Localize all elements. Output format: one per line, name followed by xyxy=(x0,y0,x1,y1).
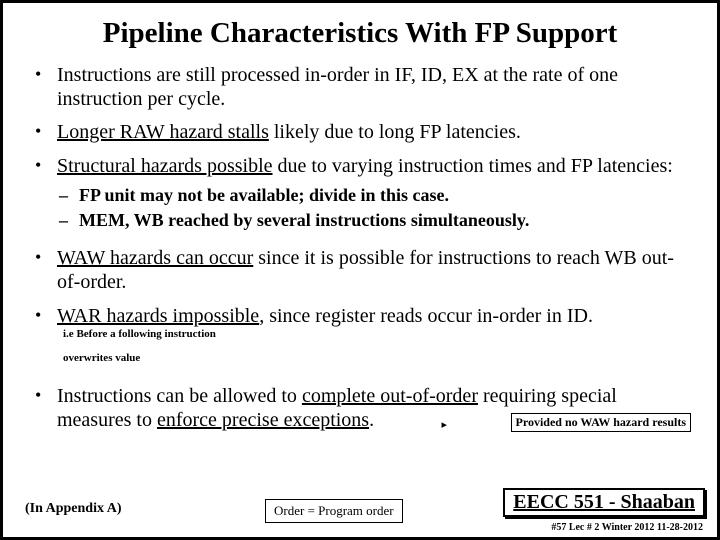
bullet-2: Longer RAW hazard stalls likely due to l… xyxy=(57,121,693,145)
bullet-3: Structural hazards possible due to varyi… xyxy=(57,155,693,232)
footer-meta: #57 Lec # 2 Winter 2012 11-28-2012 xyxy=(551,522,703,533)
sub-bullet-1-text: FP unit may not be available; divide in … xyxy=(79,185,449,205)
inline-note-line2: overwrites value xyxy=(63,352,140,364)
bullet-6-part1: Instructions can be allowed to xyxy=(57,385,302,407)
bullet-1: Instructions are still processed in-orde… xyxy=(57,64,693,111)
sub-bullet-2: MEM, WB reached by several instructions … xyxy=(79,209,693,232)
bullet-5: WAR hazards impossible, since register r… xyxy=(57,305,693,376)
bullet-1-text: Instructions are still processed in-orde… xyxy=(57,64,618,110)
inline-note: i.e Before a following instruction overw… xyxy=(63,328,216,375)
bullet-2-rest: likely due to long FP latencies. xyxy=(269,121,521,143)
bullet-2-underlined: Longer RAW hazard stalls xyxy=(57,121,269,143)
bullet-3-rest: due to varying instruction times and FP … xyxy=(273,155,673,177)
sub-bullet-1: FP unit may not be available; divide in … xyxy=(79,184,693,207)
bullet-4-underlined: WAW hazards can occur xyxy=(57,247,253,269)
sub-bullet-2-text: MEM, WB reached by several instructions … xyxy=(79,210,529,230)
bullet-6-underlined2: enforce precise exceptions xyxy=(157,409,369,431)
bullet-4: WAW hazards can occur since it is possib… xyxy=(57,247,693,294)
bullet-list: Instructions are still processed in-orde… xyxy=(27,64,693,433)
slide-frame: Pipeline Characteristics With FP Support… xyxy=(0,0,720,540)
slide-title: Pipeline Characteristics With FP Support xyxy=(27,17,693,50)
arrow-icon: ▸ xyxy=(441,418,447,431)
sub-bullet-list: FP unit may not be available; divide in … xyxy=(57,184,693,231)
bullet-5-underlined: WAR hazards impossible xyxy=(57,305,259,327)
inline-note-line1: i.e Before a following instruction xyxy=(63,328,216,340)
bullet-6-part3: . xyxy=(369,409,374,431)
order-box: Order = Program order xyxy=(265,499,403,523)
appendix-note: (In Appendix A) xyxy=(25,501,121,517)
course-box: EECC 551 - Shaaban xyxy=(503,488,705,517)
bullet-5-rest: , since register reads occur in-order in… xyxy=(259,305,593,327)
note-box: Provided no WAW hazard results xyxy=(511,413,691,432)
bullet-6-underlined1: complete out-of-order xyxy=(302,385,478,407)
bullet-3-underlined: Structural hazards possible xyxy=(57,155,273,177)
